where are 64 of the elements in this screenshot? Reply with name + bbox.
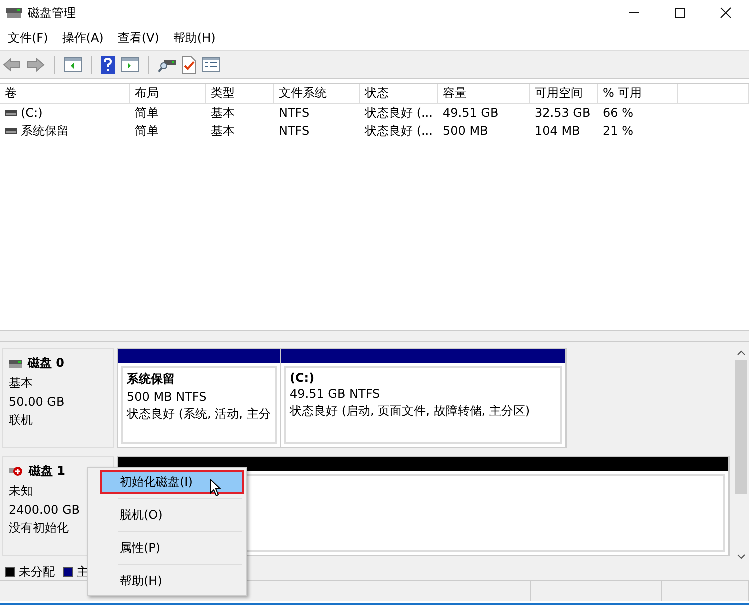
menu-item[interactable]: 查看(V) bbox=[112, 30, 164, 46]
disk-name: 磁盘 0 bbox=[28, 355, 65, 372]
disk-detail: 2400.00 GB bbox=[9, 503, 81, 517]
table-cell: 状态良好 (... bbox=[365, 122, 433, 140]
partition-name: (C:) bbox=[290, 371, 316, 385]
legend-label: 未分配 bbox=[19, 564, 55, 580]
back-arrow-icon[interactable] bbox=[3, 58, 21, 72]
disk-detail: 联机 bbox=[9, 412, 34, 429]
table-cell: NTFS bbox=[279, 124, 310, 138]
maximize-icon[interactable] bbox=[674, 7, 686, 19]
menu-item[interactable]: 文件(F) bbox=[3, 30, 54, 46]
table-cell: 基本 bbox=[211, 104, 235, 122]
partition-status: 状态良好 (启动, 页面文件, 故障转储, 主分区) bbox=[290, 403, 532, 420]
table-cell: 104 MB bbox=[535, 124, 580, 138]
column-header[interactable]: 容量 bbox=[438, 84, 530, 103]
window-title: 磁盘管理 bbox=[28, 4, 76, 22]
panel-icon[interactable] bbox=[121, 57, 139, 72]
table-cell: 基本 bbox=[211, 122, 235, 140]
column-header[interactable]: 可用空间 bbox=[530, 84, 598, 103]
table-cell: 21 % bbox=[603, 124, 634, 138]
table-cell: 简单 bbox=[135, 122, 159, 140]
context-menu-item[interactable]: 初始化磁盘(I) bbox=[100, 470, 244, 494]
disk-icon bbox=[9, 360, 22, 368]
table-cell: 简单 bbox=[135, 104, 159, 122]
checklist-icon[interactable] bbox=[202, 57, 220, 72]
partition-name: 系统保留 bbox=[127, 371, 176, 388]
table-cell: 状态良好 (... bbox=[365, 104, 433, 122]
table-cell: NTFS bbox=[279, 106, 310, 120]
checked-document-icon[interactable] bbox=[182, 56, 196, 74]
drive-icon bbox=[5, 110, 17, 116]
disk-detail: 未知 bbox=[9, 483, 34, 500]
table-cell: 49.51 GB bbox=[443, 106, 499, 120]
panel-icon[interactable] bbox=[64, 57, 82, 72]
table-cell: 66 % bbox=[603, 106, 634, 120]
menu-item[interactable]: 操作(A) bbox=[57, 30, 109, 46]
disk-info-panel[interactable]: 磁盘 0 基本 50.00 GB 联机 bbox=[2, 348, 114, 448]
column-header[interactable]: % 可用 bbox=[598, 84, 678, 103]
table-cell: 系统保留 bbox=[21, 122, 69, 140]
disk-icon bbox=[6, 7, 22, 19]
table-cell: 32.53 GB bbox=[535, 106, 591, 120]
table-cell: (C:) bbox=[21, 106, 43, 120]
partition-size: 500 MB NTFS bbox=[127, 390, 208, 404]
column-header[interactable]: 文件系统 bbox=[274, 84, 360, 103]
scroll-down-icon[interactable] bbox=[736, 554, 746, 560]
mouse-cursor-icon bbox=[210, 479, 222, 497]
drive-icon bbox=[5, 128, 17, 134]
menu-item[interactable]: 帮助(H) bbox=[168, 30, 221, 46]
column-header[interactable]: 布局 bbox=[130, 84, 206, 103]
disk-detail: 没有初始化 bbox=[9, 520, 70, 537]
forward-arrow-icon[interactable] bbox=[27, 58, 45, 72]
table-cell: 500 MB bbox=[443, 124, 488, 138]
help-icon[interactable] bbox=[101, 56, 115, 74]
scroll-up-icon[interactable] bbox=[736, 350, 746, 356]
column-header[interactable]: 类型 bbox=[206, 84, 274, 103]
disk-detail: 基本 bbox=[9, 375, 34, 392]
column-header[interactable]: 卷 bbox=[0, 84, 130, 103]
partition-size: 49.51 GB NTFS bbox=[290, 387, 382, 401]
partition-status: 状态良好 (系统, 活动, 主分 bbox=[127, 406, 271, 423]
context-menu-item[interactable]: 帮助(H) bbox=[90, 569, 244, 593]
disk-error-icon bbox=[9, 466, 23, 477]
close-icon[interactable] bbox=[720, 7, 732, 19]
disk-name: 磁盘 1 bbox=[29, 463, 66, 480]
column-header[interactable]: 状态 bbox=[360, 84, 438, 103]
disk-detail: 50.00 GB bbox=[9, 395, 66, 409]
